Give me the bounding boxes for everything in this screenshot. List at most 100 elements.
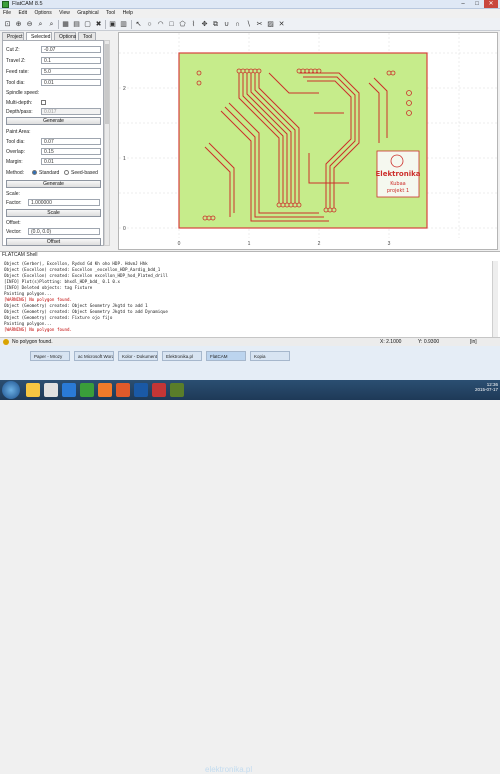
- tool-dia-input[interactable]: 0.01: [41, 79, 101, 86]
- menu-graphical[interactable]: Graphical: [74, 9, 101, 17]
- paint-overlap-input[interactable]: 0.15: [41, 148, 101, 155]
- left-panel-scrollbar[interactable]: [104, 40, 110, 246]
- explorer-icon[interactable]: [26, 383, 40, 397]
- copy-icon[interactable]: ⧉: [211, 20, 220, 29]
- cut-z-label: Cut Z:: [6, 47, 20, 53]
- zoom-out-icon[interactable]: ⊖: [25, 20, 34, 29]
- tab-tool[interactable]: Tool: [78, 32, 96, 40]
- x-tick-0: 0: [178, 241, 181, 247]
- cut-icon[interactable]: ✂: [255, 20, 264, 29]
- subtract-icon[interactable]: ∖: [244, 20, 253, 29]
- new-geometry-icon[interactable]: ▢: [83, 20, 92, 29]
- generate-cnc-button[interactable]: Generate: [6, 117, 101, 125]
- firefox-icon[interactable]: [116, 383, 130, 397]
- taskbar-window-2[interactable]: ac Microsoft Word: [74, 351, 114, 361]
- paint-overlap-label: Overlap:: [6, 149, 25, 155]
- method-standard-radio[interactable]: [32, 170, 37, 175]
- menu-help[interactable]: Help: [120, 9, 136, 17]
- taskbar-window-1[interactable]: Paper - Mrozy: [30, 351, 70, 361]
- move-icon[interactable]: ✥: [200, 20, 209, 29]
- menu-tool[interactable]: Tool: [103, 9, 118, 17]
- minimize-button[interactable]: –: [456, 0, 470, 8]
- taskbar-window-3[interactable]: Kolor - Dokument: [118, 351, 158, 361]
- save-geometry-icon[interactable]: ▨: [266, 20, 275, 29]
- menu-options[interactable]: Options: [31, 9, 54, 17]
- taskbar-window-5[interactable]: FlatCAM: [206, 351, 246, 361]
- polygon-icon[interactable]: ⬠: [178, 20, 187, 29]
- pcb-board: [178, 52, 428, 229]
- flatcam-icon[interactable]: [80, 383, 94, 397]
- paint-overlap-row: Overlap: 0.15: [6, 148, 104, 156]
- menu-view[interactable]: View: [56, 9, 73, 17]
- app-icon: [2, 1, 9, 8]
- vlc-icon[interactable]: [98, 383, 112, 397]
- paint-method-label: Method:: [6, 170, 25, 176]
- paint-margin-label: Margin:: [6, 159, 23, 165]
- log-line: Object (Excellon) created: Excellon _exc…: [4, 267, 161, 272]
- circle-icon[interactable]: ○: [145, 20, 154, 29]
- method-seed-radio[interactable]: [64, 170, 69, 175]
- tab-selected[interactable]: Selected: [26, 32, 52, 40]
- tab-options[interactable]: Options: [54, 32, 76, 40]
- warning-icon: [3, 339, 9, 345]
- select-icon[interactable]: ↖: [134, 20, 143, 29]
- paint-tool-dia-input[interactable]: 0.07: [41, 138, 101, 145]
- paint-margin-input[interactable]: 0.01: [41, 158, 101, 165]
- taskbar-window-6[interactable]: Kopia: [250, 351, 290, 361]
- photoshop-icon[interactable]: [134, 383, 148, 397]
- start-icon[interactable]: [2, 381, 20, 399]
- notepad-icon[interactable]: [44, 383, 58, 397]
- zoom-in-icon[interactable]: ⊕: [14, 20, 23, 29]
- multidepth-checkbox[interactable]: [41, 100, 46, 105]
- log-scrollbar[interactable]: [492, 261, 498, 337]
- union-icon[interactable]: ∪: [222, 20, 231, 29]
- zoom-fit-icon[interactable]: ⊡: [3, 20, 12, 29]
- paint-generate-button[interactable]: Generate: [6, 180, 101, 188]
- taskbar: elektronika.pl 12:36 2015-07-17: [0, 380, 500, 774]
- rectangle-icon[interactable]: □: [167, 20, 176, 29]
- path-icon[interactable]: ⌇: [189, 20, 198, 29]
- pcb-plot: Elektronika Kubaa projekt 1 0 1 2 3 2 1 …: [119, 33, 499, 247]
- zoom-icon[interactable]: ⌕: [36, 20, 45, 29]
- taskbar-window-4[interactable]: Elektronika.pl: [162, 351, 202, 361]
- plot-canvas[interactable]: Elektronika Kubaa projekt 1 0 1 2 3 2 1 …: [118, 32, 499, 250]
- edit-geometry-icon[interactable]: ▥: [119, 20, 128, 29]
- log-line: Painting polygon...: [4, 321, 52, 326]
- depth-pass-label: Depth/pass:: [6, 109, 33, 115]
- clear-plot-icon[interactable]: ▦: [61, 20, 70, 29]
- offset-title: Offset:: [6, 220, 21, 226]
- offset-vector-input[interactable]: (0.0, 0.0): [28, 228, 100, 235]
- travel-z-input[interactable]: 0.1: [41, 57, 101, 64]
- app-icon-extra[interactable]: [170, 383, 184, 397]
- feed-rate-input[interactable]: 5.0: [41, 68, 101, 75]
- magnify-icon[interactable]: ⌕: [47, 20, 56, 29]
- delete-icon[interactable]: ✖: [94, 20, 103, 29]
- shell-icon[interactable]: ▣: [108, 20, 117, 29]
- cancel-icon[interactable]: ✕: [277, 20, 286, 29]
- tab-project[interactable]: Project: [2, 32, 24, 40]
- intersection-icon[interactable]: ∩: [233, 20, 242, 29]
- menu-file[interactable]: File: [0, 9, 14, 17]
- acrobat-icon[interactable]: [152, 383, 166, 397]
- multidepth-row: Multi-depth:: [6, 99, 104, 107]
- close-button[interactable]: ✕: [484, 0, 498, 8]
- offset-button[interactable]: Offset: [6, 238, 101, 246]
- menu-edit[interactable]: Edit: [15, 9, 30, 17]
- log-line: [INFO] Plot(s)Plotting: bhxdl_HDP_bdd_ 0…: [4, 279, 120, 284]
- maximize-button[interactable]: □: [470, 0, 484, 8]
- y-tick-1: 1: [123, 156, 126, 162]
- arc-icon[interactable]: ◠: [156, 20, 165, 29]
- left-panel-scroll-thumb[interactable]: [105, 44, 109, 124]
- paint-tool-dia-row: Tool dia: 0.07: [6, 138, 104, 146]
- log-line: Object (Gerber), Excellon, Rydsd Gd Kh o…: [4, 261, 148, 266]
- replot-icon[interactable]: ▤: [72, 20, 81, 29]
- scale-factor-input[interactable]: 1.000000: [28, 199, 100, 206]
- scale-button[interactable]: Scale: [6, 209, 101, 217]
- system-tray: 12:36 2015-07-17: [448, 382, 498, 392]
- word-icon[interactable]: [62, 383, 76, 397]
- cut-z-input[interactable]: -0.07: [41, 46, 101, 53]
- window-strip: Paper - Mrozy ac Microsoft Word Kolor - …: [0, 346, 500, 380]
- log-line-error: [WARNING] No polygon found.: [4, 327, 73, 332]
- depth-pass-input[interactable]: 0.017: [41, 108, 101, 115]
- tool-dia-label: Tool dia:: [6, 80, 25, 86]
